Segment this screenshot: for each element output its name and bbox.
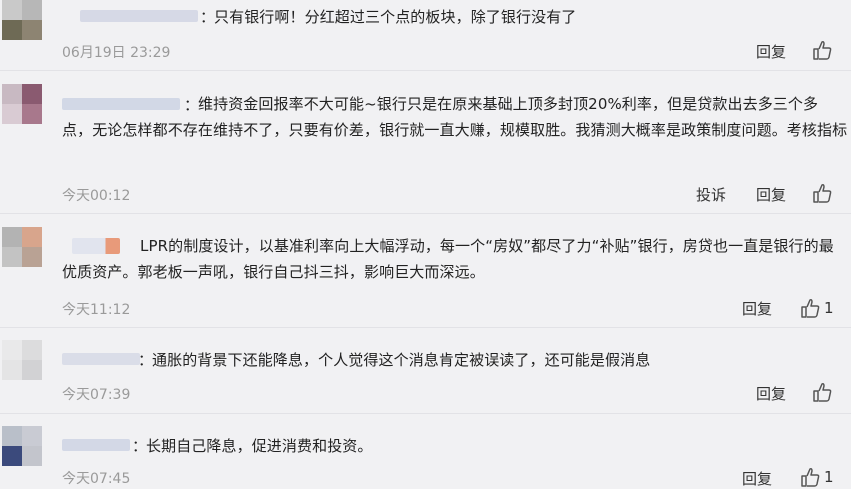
avatar-pixel [22,84,42,104]
avatar[interactable] [2,0,42,40]
avatar-pixel [22,20,42,40]
avatar-pixel [2,247,22,267]
username-blurred[interactable] [62,439,130,451]
like-count: 1 [824,468,834,486]
avatar-pixel [22,247,42,267]
comment-time: 今天11:12 [62,302,131,318]
comment-time: 今天00:12 [62,188,131,204]
like-button[interactable] [812,182,832,204]
avatar[interactable] [2,340,42,380]
comment-colon: ： [132,437,148,455]
avatar-pixel [22,446,42,466]
like-button[interactable]: 1 [800,466,834,488]
avatar-pixel [22,0,42,20]
avatar[interactable] [2,84,42,124]
comment-1: ： 只有银行啊！分红超过三个点的板块，除了银行没有了 06月19日 23:29 … [0,0,851,70]
thumbs-up-icon [813,41,832,60]
avatar-pixel [2,446,22,466]
avatar-pixel [22,104,42,124]
comment-colon: ： [138,351,154,369]
reply-button[interactable]: 回复 [756,383,786,404]
avatar-pixel [2,0,22,20]
username-blurred[interactable] [80,10,198,22]
comment-text: 长期自己降息，促进消费和投资。 [146,437,373,455]
comment-time: 今天07:45 [62,471,131,487]
like-button[interactable] [812,39,832,61]
comment-colon: ： [200,8,216,26]
thumbs-up-icon [801,468,820,487]
avatar-pixel [22,340,42,360]
avatar-pixel [2,84,22,104]
comment-text: 通胀的背景下还能降息，个人觉得这个消息肯定被误读了，还可能是假消息 [152,351,651,369]
thumbs-up-icon [813,184,832,203]
comment-4: ： 通胀的背景下还能降息，个人觉得这个消息肯定被误读了，还可能是假消息 今天07… [0,328,851,412]
thumbs-up-icon [801,299,820,318]
comment-time: 今天07:39 [62,387,131,403]
avatar[interactable] [2,227,42,267]
username-blurred[interactable] [62,353,140,365]
comment-text: 只有银行啊！分红超过三个点的板块，除了银行没有了 [214,8,577,26]
like-button[interactable]: 1 [800,297,834,319]
avatar-pixel [2,227,22,247]
avatar-pixel [22,426,42,446]
avatar[interactable] [2,426,42,466]
reply-button[interactable]: 回复 [742,298,772,319]
like-button[interactable] [812,381,832,403]
reply-button[interactable]: 回复 [756,184,786,205]
avatar-pixel [2,426,22,446]
report-button[interactable]: 投诉 [696,184,726,205]
comment-3: LPR的制度设计，以基准利率向上大幅浮动，每一个“房奴”都尽了力“补贴”银行，房… [0,214,851,326]
comment-time: 06月19日 23:29 [62,45,171,61]
reply-button[interactable]: 回复 [742,468,772,489]
comment-5: ： 长期自己降息，促进消费和投资。 今天07:45 回复 1 [0,414,851,489]
like-count: 1 [824,299,834,317]
comment-2: ： 维持资金回报率不大可能~银行只是在原来基础上顶多封顶20%利率，但是贷款出去… [0,71,851,212]
avatar-pixel [22,360,42,380]
avatar-pixel [2,340,22,360]
comment-text: 维持资金回报率不大可能~银行只是在原来基础上顶多封顶20%利率，但是贷款出去多三… [62,95,848,139]
reply-button[interactable]: 回复 [756,41,786,62]
avatar-pixel [2,360,22,380]
avatar-pixel [22,227,42,247]
comment-text: LPR的制度设计，以基准利率向上大幅浮动，每一个“房奴”都尽了力“补贴”银行，房… [62,237,834,281]
thumbs-up-icon [813,383,832,402]
avatar-pixel [2,104,22,124]
avatar-pixel [2,20,22,40]
